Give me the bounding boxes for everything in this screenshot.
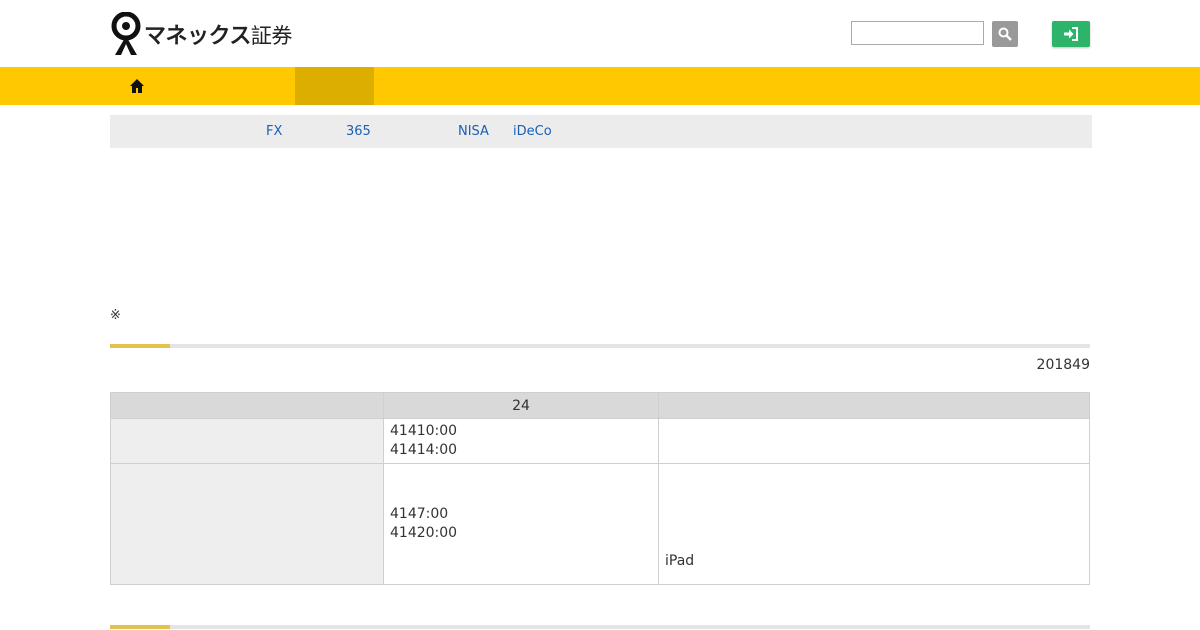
- time-line: 41420:00: [390, 525, 458, 541]
- section-divider-accent: [110, 625, 170, 629]
- table-cell-times: 41410:00 41414:00: [383, 418, 659, 464]
- table-header-cell: [110, 392, 384, 419]
- table-row: 4147:00 41420:00 iPad: [110, 463, 1090, 585]
- section-divider-accent: [110, 344, 170, 348]
- time-line: 4147:00: [390, 506, 449, 522]
- brand-logo[interactable]: マネックス証券: [110, 12, 292, 56]
- section-divider: [110, 344, 1090, 348]
- nav-item-active[interactable]: [295, 67, 374, 105]
- notice-mark: ※: [110, 308, 121, 323]
- login-button[interactable]: [1052, 21, 1090, 47]
- brand-name: マネックス証券: [144, 24, 292, 49]
- sign-in-icon: [1064, 27, 1078, 41]
- time-line: 41414:00: [390, 442, 458, 458]
- subnav-link-ideco[interactable]: iDeCo: [513, 124, 552, 139]
- table-row: 41410:00 41414:00: [110, 418, 1090, 464]
- search-button[interactable]: [992, 21, 1018, 47]
- home-icon[interactable]: [128, 77, 146, 95]
- update-date: 201849: [1036, 357, 1090, 373]
- time-line: 41410:00: [390, 423, 458, 439]
- subnav-link-365[interactable]: 365: [346, 124, 371, 139]
- sub-nav: FX 365 NISA iDeCo: [110, 115, 1092, 148]
- table-header-cell: 24: [383, 392, 659, 419]
- monex-mascot-icon: [111, 12, 141, 55]
- subnav-link-fx[interactable]: FX: [266, 124, 282, 139]
- subnav-link-nisa[interactable]: NISA: [458, 124, 489, 139]
- table-cell-note: [658, 418, 1090, 464]
- schedule-table: 24 41410:00 41414:00 4147:00 41420:00 iP…: [110, 392, 1090, 585]
- search-input[interactable]: [851, 21, 984, 45]
- main-nav: [0, 67, 1200, 105]
- table-row-label: [110, 463, 384, 585]
- table-row-label: [110, 418, 384, 464]
- section-divider: [110, 625, 1090, 629]
- search-icon: [998, 27, 1012, 41]
- table-header-row: 24: [110, 392, 1090, 419]
- table-cell-times: 4147:00 41420:00: [383, 463, 659, 585]
- site-header: マネックス証券: [0, 0, 1200, 67]
- table-header-cell: [658, 392, 1090, 419]
- table-cell-note: iPad: [658, 463, 1090, 585]
